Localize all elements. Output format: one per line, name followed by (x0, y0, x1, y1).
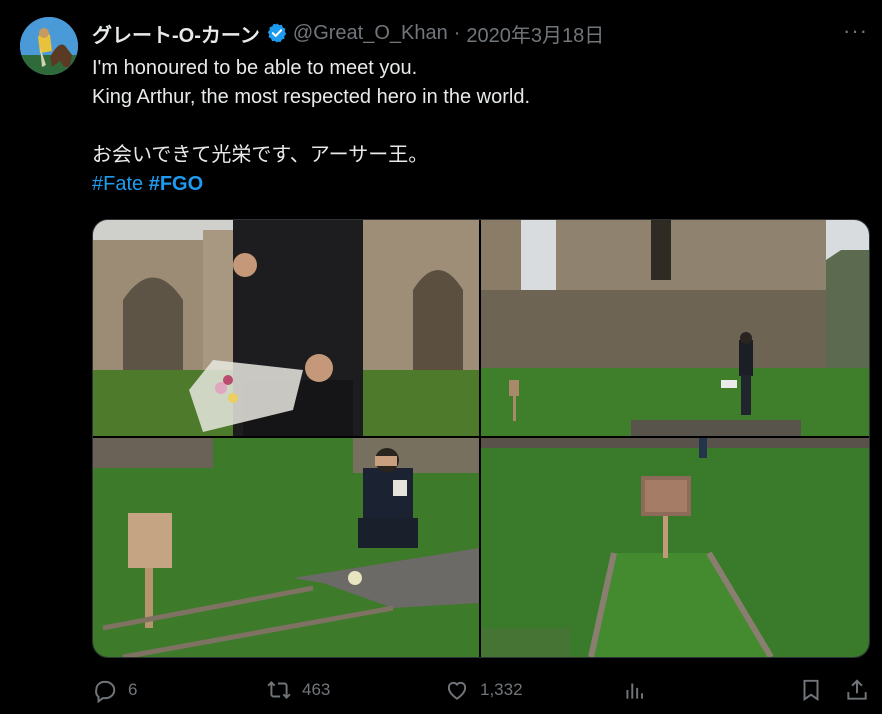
views-button[interactable] (622, 677, 648, 703)
author-name[interactable]: グレート-O-カーン (92, 19, 260, 48)
tweet-line: I'm honoured to be able to meet you. (92, 57, 418, 79)
author-handle[interactable]: @Great_O_Khan (293, 22, 448, 45)
hashtag-row: #Fate #FGO (92, 170, 852, 199)
tweet-line: King Arthur, the most respected hero in … (92, 86, 531, 108)
hashtag-link[interactable]: #Fate (92, 173, 143, 195)
avatar-image (20, 17, 78, 75)
photo-2-image (481, 220, 869, 436)
share-button[interactable] (844, 677, 870, 703)
photo-1-image (93, 220, 479, 436)
retweet-button[interactable]: 463 (266, 677, 330, 703)
media-grid (92, 219, 870, 658)
retweet-icon (267, 681, 291, 699)
action-bar: 6 463 1,332 (92, 672, 872, 708)
photo-4-image (481, 438, 869, 657)
tweet-header: グレート-O-カーン @Great_O_Khan · 2020年3月18日 (92, 18, 604, 48)
tweet-text: I'm honoured to be able to meet you. Kin… (92, 54, 852, 199)
more-options-button[interactable]: ··· (843, 18, 868, 44)
hashtag-link[interactable]: #FGO (149, 173, 203, 195)
verified-badge-icon (267, 23, 287, 43)
photo-4[interactable] (481, 438, 869, 657)
photo-1[interactable] (93, 220, 479, 436)
retweet-count: 463 (302, 680, 331, 699)
heart-icon (447, 681, 467, 700)
tweet-date[interactable]: 2020年3月18日 (466, 19, 604, 48)
bookmark-button[interactable] (798, 677, 824, 703)
reply-icon (95, 680, 116, 703)
header-separator: · (453, 21, 461, 44)
reply-button[interactable]: 6 (92, 677, 137, 703)
analytics-icon (626, 683, 644, 699)
like-count: 1,332 (480, 680, 523, 699)
photo-2[interactable] (481, 220, 869, 436)
photo-3[interactable] (93, 438, 479, 657)
like-button[interactable]: 1,332 (444, 677, 523, 703)
bookmark-icon (803, 679, 819, 702)
photo-3-image (93, 438, 479, 657)
author-avatar[interactable] (20, 17, 78, 75)
share-icon (847, 679, 867, 700)
reply-count: 6 (128, 680, 138, 699)
tweet-line: お会いできて光栄です、アーサー王。 (92, 144, 429, 166)
